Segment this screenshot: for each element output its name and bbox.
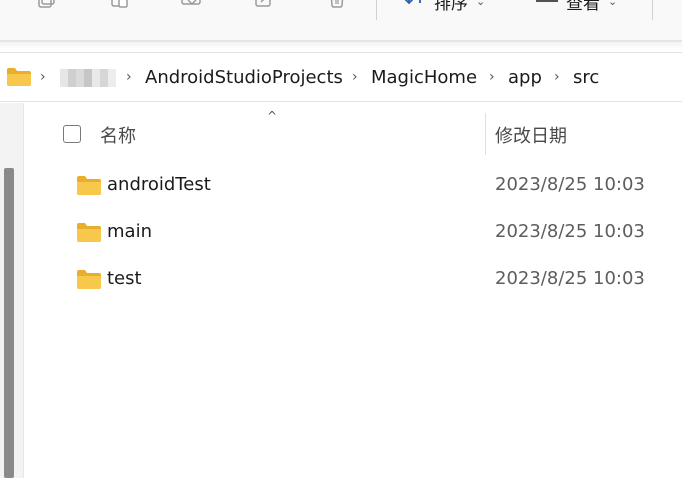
delete-icon[interactable] xyxy=(327,0,345,10)
sort-icon xyxy=(404,0,426,14)
view-button[interactable]: 查看 ⌄ xyxy=(536,0,618,14)
column-header: ^ 名称 修改日期 xyxy=(24,103,682,157)
folder-icon xyxy=(77,223,101,246)
paste-icon[interactable] xyxy=(110,0,128,10)
share-icon[interactable] xyxy=(254,0,272,10)
file-modified-date: 2023/8/25 10:03 xyxy=(495,174,645,195)
folder-icon xyxy=(77,270,101,293)
folder-icon xyxy=(6,67,32,91)
copy-icon[interactable] xyxy=(37,0,55,10)
file-name[interactable]: androidTest xyxy=(107,174,211,195)
list-item[interactable]: test 2023/8/25 10:03 xyxy=(24,257,682,304)
breadcrumb-chevron-icon[interactable]: › xyxy=(126,53,132,101)
breadcrumb-item-current[interactable]: src xyxy=(573,53,599,101)
address-bar[interactable]: › › AndroidStudioProjects › MagicHome › … xyxy=(0,52,682,102)
breadcrumb-chevron-icon[interactable]: › xyxy=(554,53,560,101)
view-icon xyxy=(536,0,558,14)
list-item[interactable]: androidTest 2023/8/25 10:03 xyxy=(24,163,682,210)
column-date-header[interactable]: 修改日期 xyxy=(495,122,567,148)
chevron-down-icon: ⌄ xyxy=(476,0,486,8)
file-explorer-window: 排序 ⌄ 查看 ⌄ › › AndroidStudioProjects › Ma… xyxy=(0,0,682,478)
breadcrumb-chevron-icon[interactable]: › xyxy=(40,53,46,101)
sort-button[interactable]: 排序 ⌄ xyxy=(404,0,486,14)
rename-icon[interactable] xyxy=(180,0,201,10)
select-all-checkbox[interactable] xyxy=(63,125,81,143)
breadcrumb-item-redacted[interactable] xyxy=(60,69,116,87)
command-bar: 排序 ⌄ 查看 ⌄ xyxy=(0,0,682,40)
toolbar-separator xyxy=(652,0,653,20)
sort-label: 排序 xyxy=(434,0,468,14)
file-list: androidTest 2023/8/25 10:03 main 2023/8/… xyxy=(24,163,682,304)
file-modified-date: 2023/8/25 10:03 xyxy=(495,268,645,289)
sort-ascending-icon: ^ xyxy=(267,109,278,123)
folder-icon xyxy=(77,176,101,199)
file-name[interactable]: main xyxy=(107,221,152,242)
breadcrumb-chevron-icon[interactable]: › xyxy=(489,53,495,101)
navigation-scrollbar[interactable] xyxy=(4,168,14,478)
breadcrumb-chevron-icon[interactable]: › xyxy=(352,53,358,101)
breadcrumb-item[interactable]: AndroidStudioProjects xyxy=(145,53,343,101)
breadcrumb-item[interactable]: MagicHome xyxy=(371,53,477,101)
chevron-down-icon: ⌄ xyxy=(608,0,618,8)
column-divider[interactable] xyxy=(485,113,486,155)
list-item[interactable]: main 2023/8/25 10:03 xyxy=(24,210,682,257)
file-name[interactable]: test xyxy=(107,268,142,289)
breadcrumb-item[interactable]: app xyxy=(508,53,542,101)
view-label: 查看 xyxy=(566,0,600,14)
column-name-header[interactable]: 名称 xyxy=(100,122,136,148)
toolbar-shadow xyxy=(0,42,682,50)
toolbar-separator xyxy=(376,0,377,20)
file-modified-date: 2023/8/25 10:03 xyxy=(495,221,645,242)
